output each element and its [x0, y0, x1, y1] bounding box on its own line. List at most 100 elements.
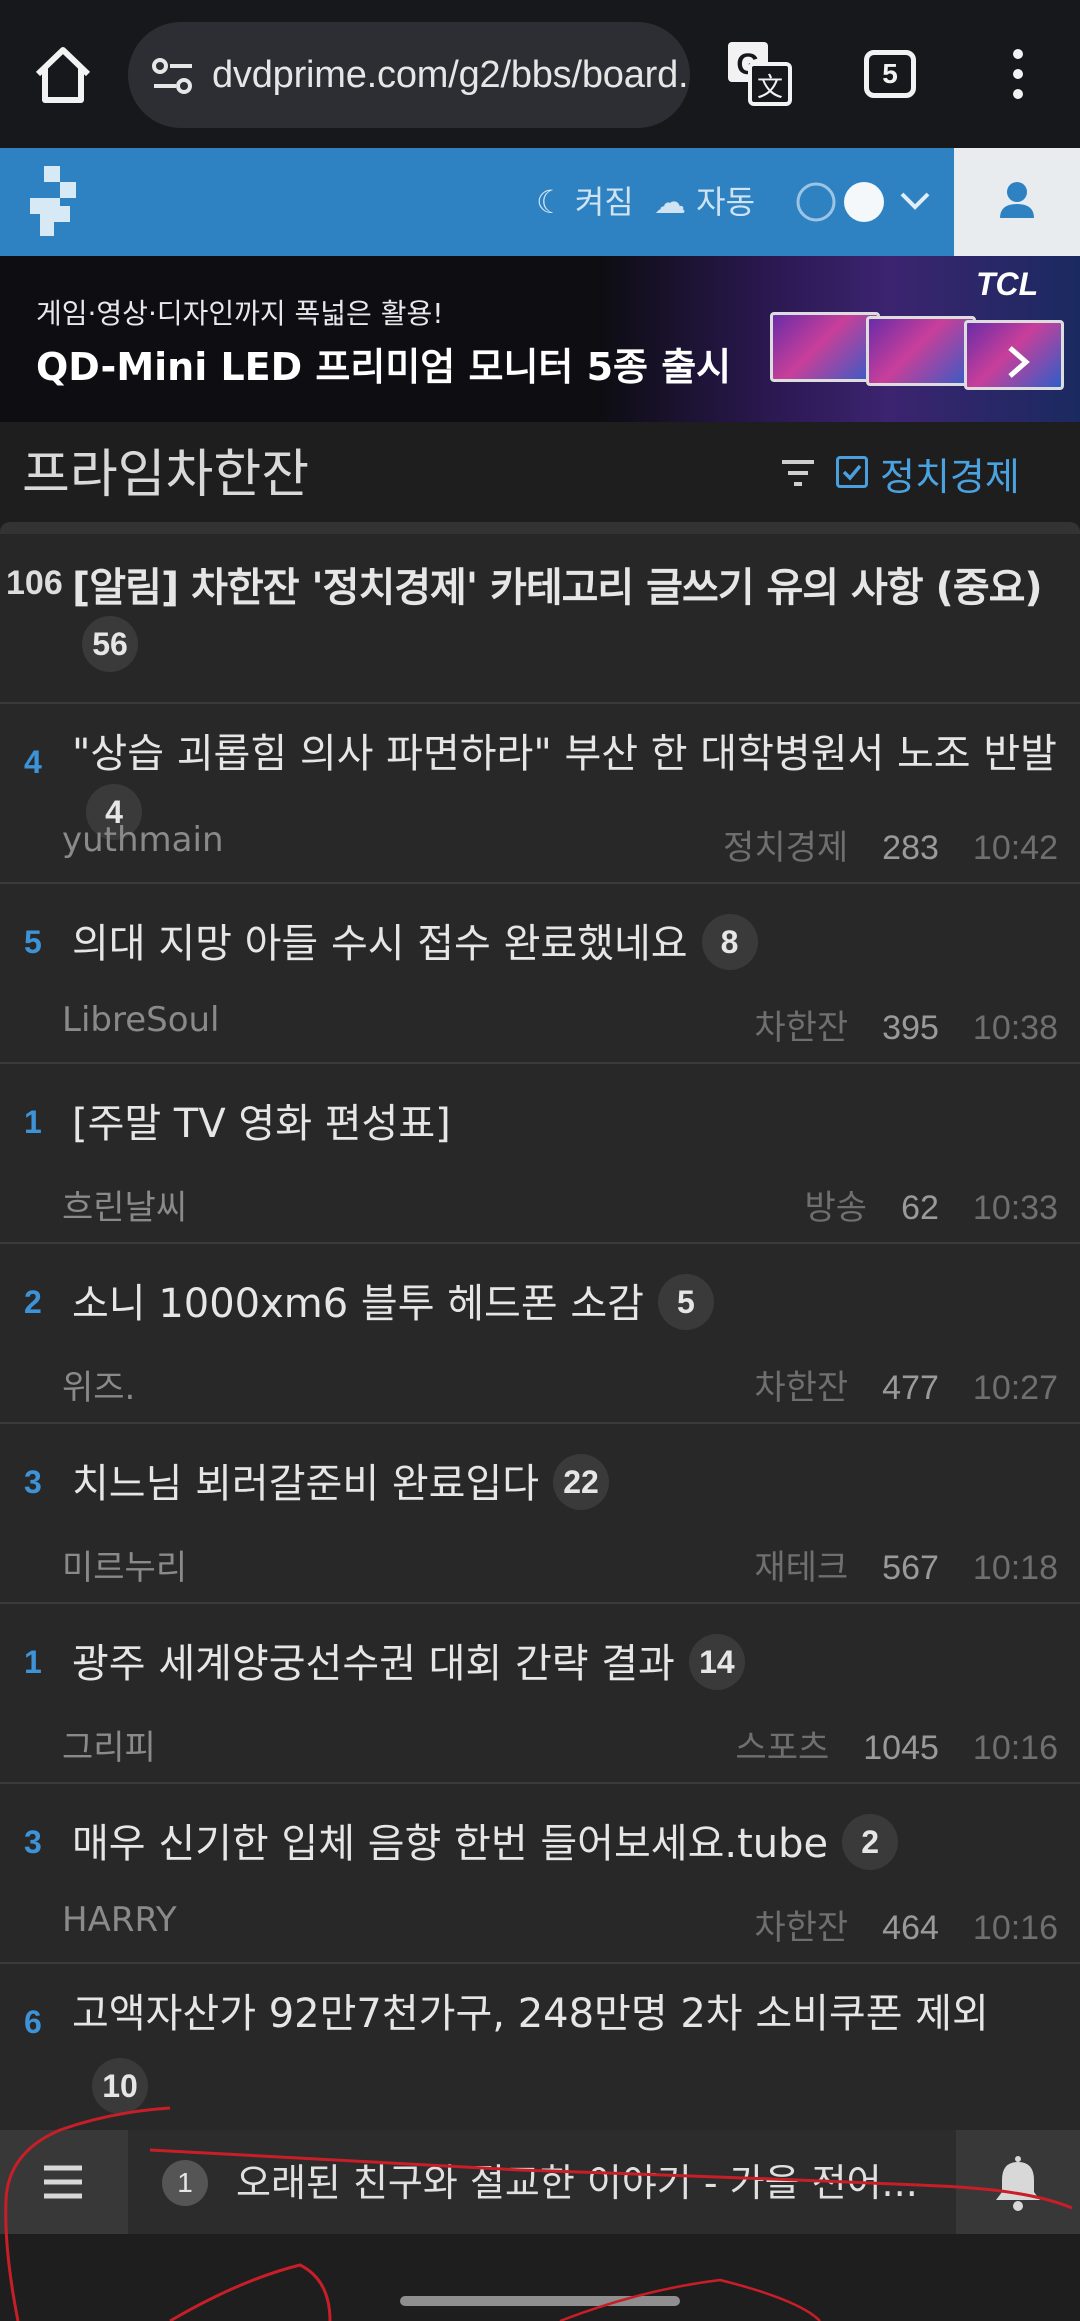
- comment-count: 22: [553, 1454, 610, 1510]
- monitor-image: [866, 316, 976, 386]
- site-header: ☾ 켜짐 ☁ 자동: [0, 148, 1080, 256]
- post-row[interactable]: 1 [주말 TV 영화 편성표] 흐린날씨 방송 62 10:33: [0, 1064, 1080, 1244]
- post-author[interactable]: LibreSoul: [62, 1000, 220, 1040]
- post-views: 477: [882, 1369, 939, 1407]
- ticker-headline[interactable]: 오래된 친구와 절교한 이야기 - 가을 전어...: [236, 2152, 918, 2207]
- post-category: 방송: [804, 1188, 868, 1228]
- home-icon[interactable]: [28, 40, 98, 110]
- address-bar[interactable]: dvdprime.com/g2/bbs/board.php: [128, 22, 690, 128]
- post-author[interactable]: 흐린날씨: [62, 1180, 187, 1229]
- post-row[interactable]: 5 의대 지망 아들 수시 접수 완료했네요 8 LibreSoul 차한잔 395…: [0, 884, 1080, 1064]
- bell-icon[interactable]: [956, 2130, 1080, 2234]
- url-text: dvdprime.com/g2/bbs/board.php: [212, 54, 690, 96]
- post-author[interactable]: yuthmain: [62, 820, 224, 860]
- post-category: 스포츠: [735, 1728, 830, 1768]
- post-author[interactable]: HARRY: [62, 1900, 177, 1940]
- post-recommend-count: 1: [24, 1104, 42, 1140]
- comment-count: 2: [842, 1814, 899, 1870]
- post-title[interactable]: 치느님 뵈러갈준비 완료입다 22: [72, 1454, 1062, 1514]
- home-gesture-bar[interactable]: [400, 2296, 680, 2306]
- post-meta: 재테크 567 10:18: [754, 1540, 1058, 1589]
- post-title-text: 소니 1000xm6 블투 헤드폰 소감: [72, 1281, 644, 1327]
- browser-toolbar: dvdprime.com/g2/bbs/board.php G文 5: [0, 0, 1080, 148]
- comment-count: 10: [92, 2058, 148, 2114]
- dark-mode-label: 켜짐: [574, 183, 634, 221]
- post-views: 283: [882, 829, 939, 867]
- category-checkbox[interactable]: [836, 456, 868, 488]
- post-title[interactable]: 매우 신기한 입체 음향 한번 들어보세요.tube 2: [72, 1814, 1062, 1874]
- post-title-text: 치느님 뵈러갈준비 완료입다: [72, 1461, 540, 1507]
- post-title[interactable]: [주말 TV 영화 편성표]: [72, 1094, 1062, 1154]
- chevron-right-icon[interactable]: [998, 342, 1038, 386]
- user-account-button[interactable]: [954, 148, 1080, 256]
- site-logo-icon[interactable]: [26, 162, 86, 240]
- post-title[interactable]: 광주 세계양궁선수권 대회 간략 결과 14: [72, 1634, 1062, 1694]
- post-views: 1045: [863, 1729, 939, 1767]
- post-title-text: "상습 괴롭힘 의사 파면하라" 부산 한 대학병원서 노조 반발: [72, 731, 1057, 777]
- post-recommend-count: 1: [24, 1644, 42, 1680]
- svg-text:文: 文: [757, 73, 783, 103]
- cloud-icon: ☁: [654, 183, 686, 221]
- monitor-image: [770, 312, 880, 382]
- post-row[interactable]: 6 고액자산가 92만7천가구, 248만명 2차 소비쿠폰 제외 10: [0, 1964, 1080, 2144]
- auto-mode-button[interactable]: ☁ 자동: [654, 176, 755, 228]
- brand-logo: TCL: [976, 266, 1039, 302]
- filter-icon[interactable]: [780, 456, 816, 490]
- post-time: 10:16: [972, 1729, 1058, 1767]
- notice-title-text: [알림] 차한잔 '정치경제' 카테고리 글쓰기 유의 사항 (중요): [72, 565, 1043, 611]
- post-author[interactable]: 위즈.: [62, 1360, 135, 1409]
- notice-number: 106: [6, 564, 63, 602]
- ad-banner[interactable]: 게임·영상·디자인까지 폭넓은 활용! QD-Mini LED 프리미엄 모니터…: [0, 256, 1080, 422]
- comment-count: 14: [688, 1634, 745, 1690]
- comment-count: 5: [657, 1274, 714, 1330]
- post-views: 464: [882, 1909, 939, 1947]
- post-author[interactable]: 그리피: [62, 1720, 156, 1769]
- post-recommend-count: 5: [24, 924, 42, 960]
- chevron-down-icon[interactable]: [898, 184, 932, 218]
- tab-switcher-button[interactable]: 5: [864, 50, 916, 98]
- overflow-menu-icon[interactable]: [998, 46, 1038, 102]
- post-views: 62: [901, 1189, 939, 1227]
- post-meta: 방송 62 10:33: [805, 1180, 1058, 1229]
- notice-row[interactable]: 106 [알림] 차한잔 '정치경제' 카테고리 글쓰기 유의 사항 (중요) …: [0, 534, 1080, 704]
- post-category: 차한잔: [754, 1368, 849, 1408]
- category-filter-label[interactable]: 정치경제: [880, 446, 1020, 501]
- bottom-bar: 1 오래된 친구와 절교한 이야기 - 가을 전어...: [0, 2130, 1080, 2234]
- post-title[interactable]: 의대 지망 아들 수시 접수 완료했네요 8: [72, 914, 1062, 974]
- post-row[interactable]: 1 광주 세계양궁선수권 대회 간략 결과 14 그리피 스포츠 1045 10:16: [0, 1604, 1080, 1784]
- notice-title[interactable]: [알림] 차한잔 '정치경제' 카테고리 글쓰기 유의 사항 (중요): [72, 558, 1072, 618]
- translate-icon[interactable]: G文: [724, 38, 794, 110]
- comment-count: 8: [701, 914, 758, 970]
- theme-toggle[interactable]: [794, 178, 886, 226]
- dark-mode-button[interactable]: ☾ 켜짐: [536, 176, 634, 228]
- post-views: 567: [882, 1549, 939, 1587]
- post-row[interactable]: 2 소니 1000xm6 블투 헤드폰 소감 5 위즈. 차한잔 477 10:27: [0, 1244, 1080, 1424]
- user-icon: [1000, 182, 1034, 218]
- system-navigation-area: [0, 2234, 1080, 2321]
- post-title[interactable]: 고액자산가 92만7천가구, 248만명 2차 소비쿠폰 제외: [72, 1984, 1062, 2044]
- site-settings-icon[interactable]: [150, 56, 196, 96]
- post-title[interactable]: 소니 1000xm6 블투 헤드폰 소감 5: [72, 1274, 1062, 1334]
- post-meta: 차한잔 464 10:16: [754, 1900, 1058, 1949]
- post-author[interactable]: 미르누리: [62, 1540, 187, 1589]
- post-meta: 정치경제 283 10:42: [723, 820, 1058, 869]
- post-category: 차한잔: [754, 1908, 849, 1948]
- post-row[interactable]: 3 치느님 뵈러갈준비 완료입다 22 미르누리 재테크 567 10:18: [0, 1424, 1080, 1604]
- post-meta: 차한잔 395 10:38: [754, 1000, 1058, 1049]
- board-title: 프라임차한잔: [22, 445, 310, 505]
- post-recommend-count: 3: [24, 1464, 42, 1500]
- post-time: 10:16: [972, 1909, 1058, 1947]
- post-title-text: 의대 지망 아들 수시 접수 완료했네요: [72, 921, 688, 967]
- post-recommend-count: 4: [24, 744, 42, 780]
- post-title-text: 매우 신기한 입체 음향 한번 들어보세요.tube: [72, 1821, 829, 1867]
- post-recommend-count: 6: [24, 2004, 42, 2040]
- comment-count: 56: [82, 616, 138, 672]
- hamburger-menu-icon[interactable]: [0, 2130, 128, 2234]
- check-icon: [842, 464, 862, 481]
- auto-mode-label: 자동: [696, 183, 756, 221]
- post-row[interactable]: 4 "상습 괴롭힘 의사 파면하라" 부산 한 대학병원서 노조 반발4 yut…: [0, 704, 1080, 884]
- post-row[interactable]: 3 매우 신기한 입체 음향 한번 들어보세요.tube 2 HARRY 차한잔 4…: [0, 1784, 1080, 1964]
- post-time: 10:42: [972, 829, 1058, 867]
- post-category: 재테크: [754, 1548, 849, 1588]
- post-time: 10:18: [972, 1549, 1058, 1587]
